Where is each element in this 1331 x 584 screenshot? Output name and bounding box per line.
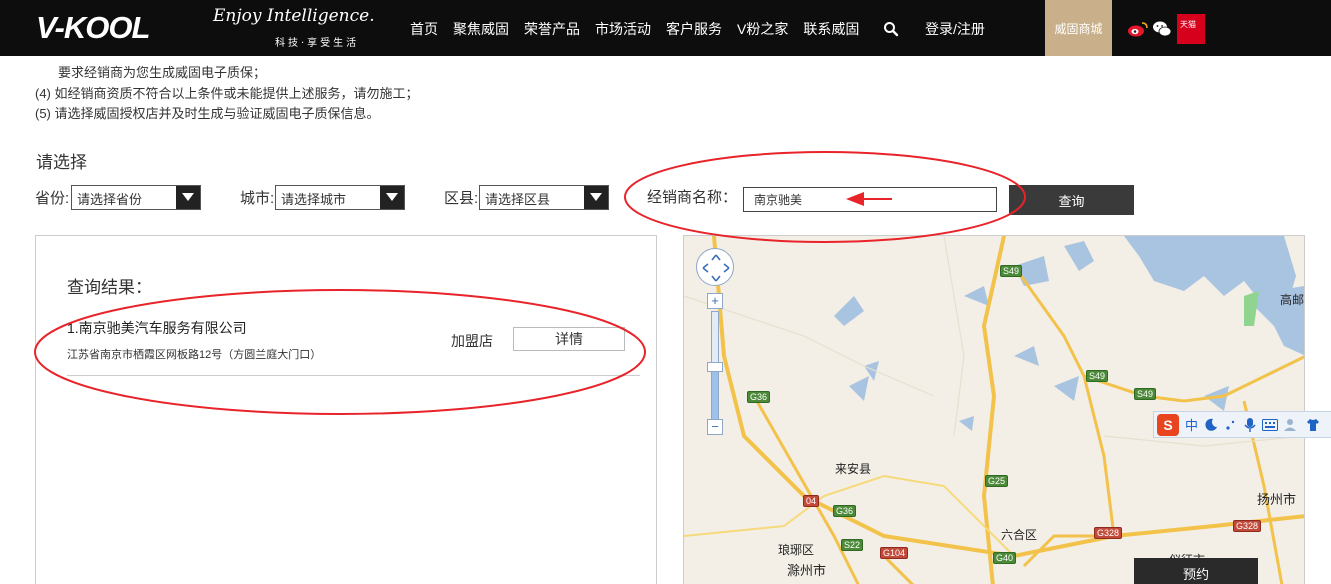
road-shield: G40 [993, 552, 1017, 564]
road-shield: G104 [880, 547, 909, 559]
result-divider [67, 375, 640, 376]
detail-button[interactable]: 详情 [513, 327, 625, 351]
nav-item-service[interactable]: 客户服务 [666, 19, 722, 39]
chevron-down-icon [584, 186, 608, 209]
slogan-subtitle: 科技·享受生活 [275, 38, 360, 49]
wechat-icon[interactable] [1152, 20, 1172, 38]
weibo-icon[interactable] [1127, 20, 1149, 38]
ime-mode[interactable]: 中 [1185, 415, 1198, 434]
nav-item-contact[interactable]: 联系威固 [803, 19, 859, 39]
road-shield: G36 [747, 391, 771, 403]
zoom-slider-fill [712, 367, 718, 419]
main-nav: 首页 聚焦威固 荣誉产品 市场活动 客户服务 V粉之家 联系威固 [410, 19, 859, 39]
district-select[interactable]: 请选择区县 [479, 185, 609, 210]
zoom-slider-handle[interactable] [707, 362, 723, 372]
info-line-1: 要求经销商为您生成威固电子质保； [58, 65, 267, 80]
dealer-name-input[interactable] [743, 187, 997, 212]
tmall-text: 天猫 [1180, 20, 1196, 29]
search-icon[interactable] [883, 21, 899, 37]
map-label-laian: 来安县 [835, 462, 872, 476]
map-label-liuhe: 六合区 [1001, 528, 1038, 542]
road-shield: G328 [1233, 520, 1262, 532]
nav-item-events[interactable]: 市场活动 [595, 19, 651, 39]
microphone-icon[interactable] [1244, 417, 1256, 433]
results-title: 查询结果： [67, 278, 152, 297]
road-shield: G25 [985, 475, 1009, 487]
nav-item-products[interactable]: 荣誉产品 [524, 19, 580, 39]
results-panel: 查询结果： 1.南京驰美汽车服务有限公司 江苏省南京市栖霞区网板路12号（方圆兰… [35, 235, 657, 584]
district-select-value: 请选择区县 [485, 192, 551, 207]
user-icon[interactable] [1284, 418, 1300, 432]
city-select[interactable]: 请选择城市 [275, 185, 405, 210]
chevron-down-icon [380, 186, 404, 209]
result-dealer-address: 江苏省南京市栖霞区网板路12号（方圆兰庭大门口） [67, 349, 322, 361]
info-line-3: (5) 请选择威固授权店并及时生成与验证威固电子质保信息。 [35, 106, 380, 121]
road-shield: G328 [1094, 527, 1123, 539]
road-shield: S49 [1086, 370, 1109, 382]
top-header: V-KOOL Enjoy Intelligence. 科技·享受生活 首页 聚焦… [0, 0, 1331, 56]
moon-icon[interactable] [1204, 418, 1218, 432]
nav-item-home[interactable]: 首页 [410, 19, 438, 39]
district-label: 区县: [444, 190, 479, 207]
map-view[interactable]: + − 高邮 来安县 扬州市 六合区 琅琊区 滁州市 仪征市 S49 S49 S… [683, 235, 1305, 584]
map-label-yangzhou: 扬州市 [1257, 492, 1297, 507]
chevron-down-icon [176, 186, 200, 209]
city-select-value: 请选择城市 [281, 192, 347, 207]
punctuation-icon[interactable] [1224, 418, 1238, 432]
sogou-logo-icon: S [1157, 413, 1179, 436]
keyboard-icon[interactable] [1262, 418, 1279, 431]
pan-arrows-icon [702, 254, 730, 282]
nav-item-fans[interactable]: V粉之家 [737, 19, 788, 39]
map-label-langya: 琅琊区 [778, 543, 815, 557]
zoom-in-button[interactable]: + [707, 293, 723, 309]
city-label: 城市: [240, 190, 275, 207]
ime-toolbar[interactable]: S 中 [1153, 411, 1331, 438]
mall-button[interactable]: 威固商城 [1045, 0, 1112, 56]
nav-item-focus[interactable]: 聚焦威固 [453, 19, 509, 39]
map-background [684, 236, 1304, 584]
select-title: 请选择 [36, 153, 87, 172]
slogan: Enjoy Intelligence. [213, 6, 375, 26]
road-shield: G36 [833, 505, 857, 517]
map-label-chuzhou: 滁州市 [787, 563, 827, 578]
province-label: 省份: [35, 190, 70, 207]
book-button[interactable]: 预约 [1134, 558, 1258, 584]
zoom-out-button[interactable]: − [707, 419, 723, 435]
road-shield: S22 [841, 539, 864, 551]
tmall-icon[interactable]: 天猫 [1177, 14, 1205, 44]
pan-control[interactable] [696, 248, 734, 286]
shirt-icon[interactable] [1306, 418, 1320, 432]
login-register-link[interactable]: 登录/注册 [925, 19, 985, 39]
road-shield: S49 [1134, 388, 1157, 400]
province-select[interactable]: 请选择省份 [71, 185, 201, 210]
vkool-logo[interactable]: V-KOOL [36, 10, 150, 46]
page: V-KOOL Enjoy Intelligence. 科技·享受生活 首页 聚焦… [0, 0, 1331, 584]
road-shield: S49 [1000, 265, 1023, 277]
result-dealer-name[interactable]: 1.南京驰美汽车服务有限公司 [67, 318, 247, 338]
province-select-value: 请选择省份 [77, 192, 143, 207]
query-button[interactable]: 查询 [1009, 185, 1134, 215]
dealer-name-label: 经销商名称： [647, 189, 738, 206]
result-dealer-type: 加盟店 [451, 333, 493, 349]
road-shield: 04 [803, 495, 820, 507]
map-label-gaoyou: 高邮 [1280, 293, 1305, 307]
info-line-2: (4) 如经销商资质不符合以上条件或未能提供上述服务，请勿施工； [35, 86, 419, 101]
